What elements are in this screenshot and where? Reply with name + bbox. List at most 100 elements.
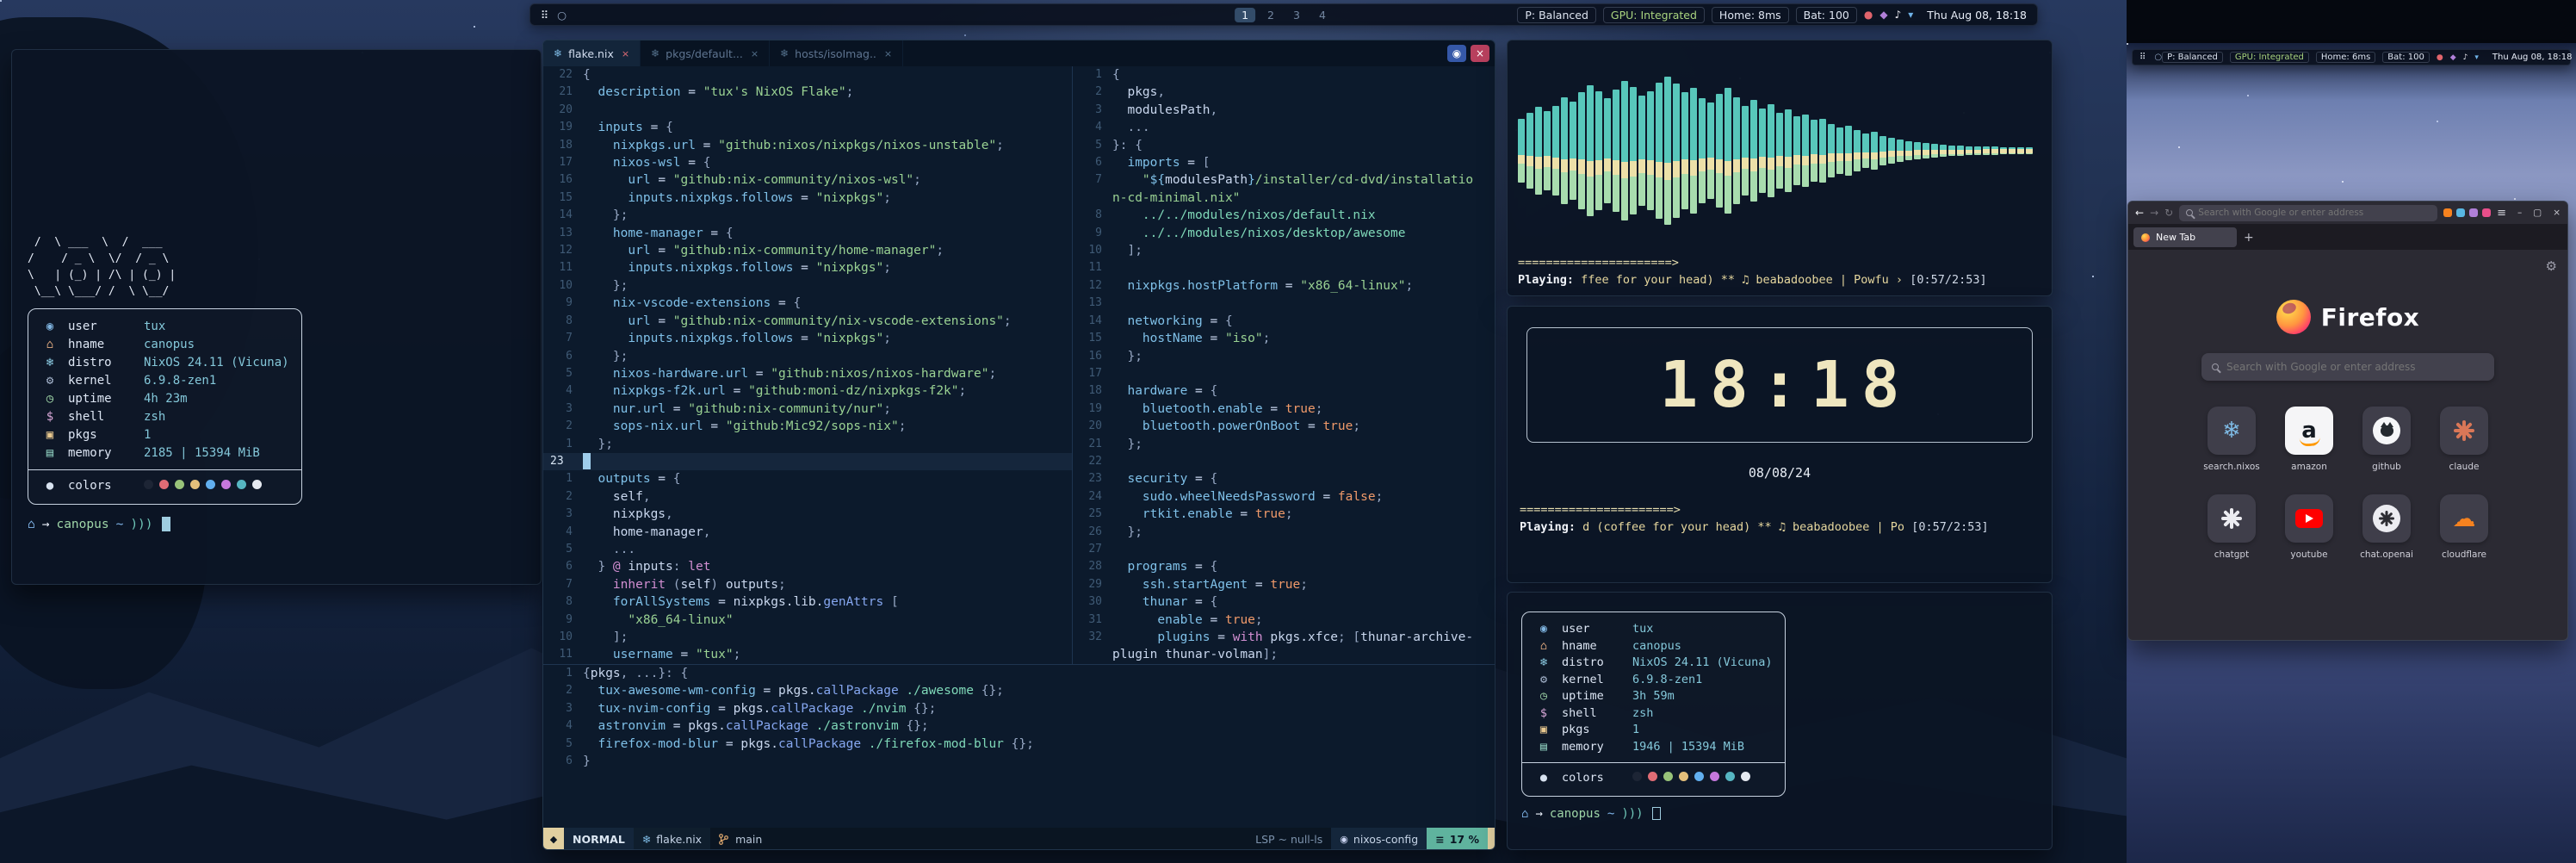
viz-bar — [1785, 109, 1792, 192]
viz-bar — [1819, 119, 1826, 183]
terminal-visualizer-window[interactable]: ======================> Playing: ffee fo… — [1507, 40, 2053, 296]
shortcut-amazon[interactable]: aamazon — [2285, 407, 2333, 472]
fetch-row: ▤memory2185 | 15394 MiB — [40, 444, 289, 463]
extension-icon[interactable] — [2443, 208, 2452, 217]
viz-bar — [1664, 77, 1671, 225]
workspace-tag-2[interactable]: 2 — [1260, 8, 1281, 22]
code-line: 2 tux-awesome-wm-config = pkgs.callPacka… — [543, 682, 1495, 699]
newtab-search-input[interactable] — [2226, 361, 2484, 373]
apps-grid-icon[interactable]: ⠿ — [541, 9, 548, 22]
user-icon: ◉ — [40, 318, 59, 336]
home-icon: ⌂ — [1521, 807, 1528, 821]
extension-icon[interactable] — [2469, 208, 2478, 217]
tab-close-icon[interactable]: × — [622, 48, 629, 59]
launcher-icon[interactable]: ○ — [557, 9, 567, 22]
code-line: 19 inputs = { — [543, 119, 1072, 136]
shortcut-cloudflare[interactable]: ☁cloudflare — [2440, 494, 2488, 560]
viz-bar — [1535, 107, 1542, 194]
url-bar[interactable] — [2179, 205, 2437, 221]
workspace-tag-3[interactable]: 3 — [1286, 8, 1307, 22]
palette-dot — [1725, 772, 1735, 781]
tray-icon[interactable]: ▾ — [2474, 53, 2479, 62]
tray-icon[interactable]: ♪ — [1895, 9, 1902, 21]
neovim-window[interactable]: ❄flake.nix×❄pkgs/default...×❄hosts/isoIm… — [542, 40, 1495, 850]
editor-tab-hosts-isoImag-[interactable]: ❄hosts/isoImag..× — [770, 40, 903, 66]
mode-icon: ◆ — [543, 828, 564, 850]
tray-icon[interactable]: ● — [1864, 9, 1873, 21]
url-input[interactable] — [2198, 208, 2430, 218]
code-line: 2 self, — [543, 488, 1072, 506]
close-button[interactable]: × — [2553, 208, 2561, 218]
fetch-value: 1946 | 15394 MiB — [1632, 739, 1744, 756]
editor-tab-pkgs-default-[interactable]: ❄pkgs/default...× — [641, 40, 770, 66]
terminal-clock-window[interactable]: 18:18 08/08/24 ======================> P… — [1507, 306, 2053, 583]
fetch-row: ⌂hnamecanopus — [1534, 638, 1773, 655]
shell-prompt[interactable]: ⌂→canopus~))) — [28, 517, 525, 531]
fetch-label: distro — [68, 354, 135, 372]
tray-icon[interactable]: ◆ — [2450, 53, 2456, 62]
code-line: 19 bluetooth.enable = true; — [1073, 400, 1495, 418]
workspace-tag-4[interactable]: 4 — [1312, 8, 1333, 22]
minimize-button[interactable]: – — [2517, 208, 2522, 218]
statusline-endcap — [1488, 828, 1495, 850]
starfield — [2127, 43, 2128, 45]
shortcut-grid: ❄search.nixos aamazon github claude chatgpt y… — [2198, 407, 2498, 560]
forward-button[interactable]: → — [2150, 207, 2158, 219]
window-close-button[interactable]: × — [1471, 45, 1489, 62]
firefox-navbar: ← → ↻ ≡ – ▢ × — [2128, 202, 2567, 225]
window-pick-button[interactable]: ◉ — [1447, 45, 1466, 62]
maximize-button[interactable]: ▢ — [2533, 208, 2542, 218]
shortcut-github[interactable]: github — [2362, 407, 2411, 472]
extension-icon[interactable] — [2482, 208, 2491, 217]
apps-grid-icon[interactable]: ⠿ — [2139, 53, 2146, 62]
tray-icon[interactable]: ▾ — [1908, 9, 1913, 21]
tray-icon[interactable]: ◆ — [1879, 9, 1887, 21]
code-line: 4 astronvim = pkgs.callPackage ./astronv… — [543, 717, 1495, 735]
progress-separator: ======================> — [1518, 256, 2041, 270]
new-tab-button[interactable]: + — [2244, 231, 2254, 245]
code-line: 16 url = "github:nix-community/nixos-wsl… — [543, 171, 1072, 189]
editor-tab-flake-nix[interactable]: ❄flake.nix× — [543, 40, 641, 66]
code-line: 3 nixpkgs, — [543, 506, 1072, 523]
viz-bar — [1871, 132, 1878, 170]
shortcut-youtube[interactable]: youtube — [2285, 494, 2333, 560]
menu-button[interactable]: ≡ — [2497, 207, 2506, 220]
palette-dot — [1632, 772, 1642, 781]
code-line: 14 networking = { — [1073, 313, 1495, 330]
tab-close-icon[interactable]: × — [751, 48, 759, 59]
tray-icon[interactable]: ● — [2437, 53, 2443, 62]
reload-button[interactable]: ↻ — [2164, 207, 2173, 219]
shortcut-chatgpt[interactable]: chatgpt — [2208, 494, 2256, 560]
tray-icon[interactable]: ♪ — [2463, 53, 2468, 62]
back-button[interactable]: ← — [2135, 207, 2144, 219]
code-line: 1{ — [1073, 66, 1495, 84]
personalize-gear-icon[interactable]: ⚙ — [2546, 258, 2557, 274]
code-line: 25 rtkit.enable = true; — [1073, 506, 1495, 523]
shell-prompt[interactable]: ⌂→canopus~))) — [1521, 807, 2038, 821]
shortcut-search-nixos[interactable]: ❄search.nixos — [2203, 407, 2260, 472]
editor-pane-pkgs[interactable]: 1{pkgs, ...}: {2 tux-awesome-wm-config =… — [543, 665, 1495, 828]
fetch-row: ▤memory1946 | 15394 MiB — [1534, 739, 1773, 756]
code-line: 18 nixpkgs.url = "github:nixos/nixpkgs/n… — [543, 137, 1072, 154]
workspace-tag-1[interactable]: 1 — [1235, 8, 1255, 22]
shortcut-chat-openai[interactable]: chat.openai — [2360, 494, 2413, 560]
launcher-icon[interactable]: ○ — [2154, 53, 2162, 62]
viz-bar — [1793, 116, 1800, 185]
terminal-fetch-window-2[interactable]: ◉usertux⌂hnamecanopus❄distroNixOS 24.11 … — [1507, 592, 2053, 850]
code-line: 22 — [1073, 453, 1495, 470]
tab-close-icon[interactable]: × — [884, 48, 892, 59]
shortcut-claude[interactable]: claude — [2440, 407, 2488, 472]
editor-pane-flake[interactable]: 22{21 description = "tux's NixOS Flake";… — [543, 66, 1072, 664]
firefox-window[interactable]: ← → ↻ ≡ – ▢ × New Tab + ⚙ Firefox ❄searc… — [2127, 201, 2568, 641]
newtab-search-bar[interactable] — [2201, 353, 2494, 381]
editor-pane-iso[interactable]: 1{2 pkgs,3 modulesPath,4 ...5}: {6 impor… — [1073, 66, 1495, 664]
arrow-icon: → — [42, 518, 50, 531]
fetch-label: user — [68, 318, 135, 336]
status-chip: Bat: 100 — [2382, 52, 2430, 63]
status-chip: Bat: 100 — [1796, 7, 1857, 23]
shell-icon: $ — [1534, 705, 1553, 723]
github-icon: ◉ — [1340, 834, 1348, 845]
extension-icon[interactable] — [2456, 208, 2465, 217]
terminal-fetch-window[interactable]: / \ ___ \ / ___ / / _ \ \/ / _ \ \ | (_)… — [11, 49, 542, 585]
tab-new-tab[interactable]: New Tab — [2133, 227, 2237, 247]
